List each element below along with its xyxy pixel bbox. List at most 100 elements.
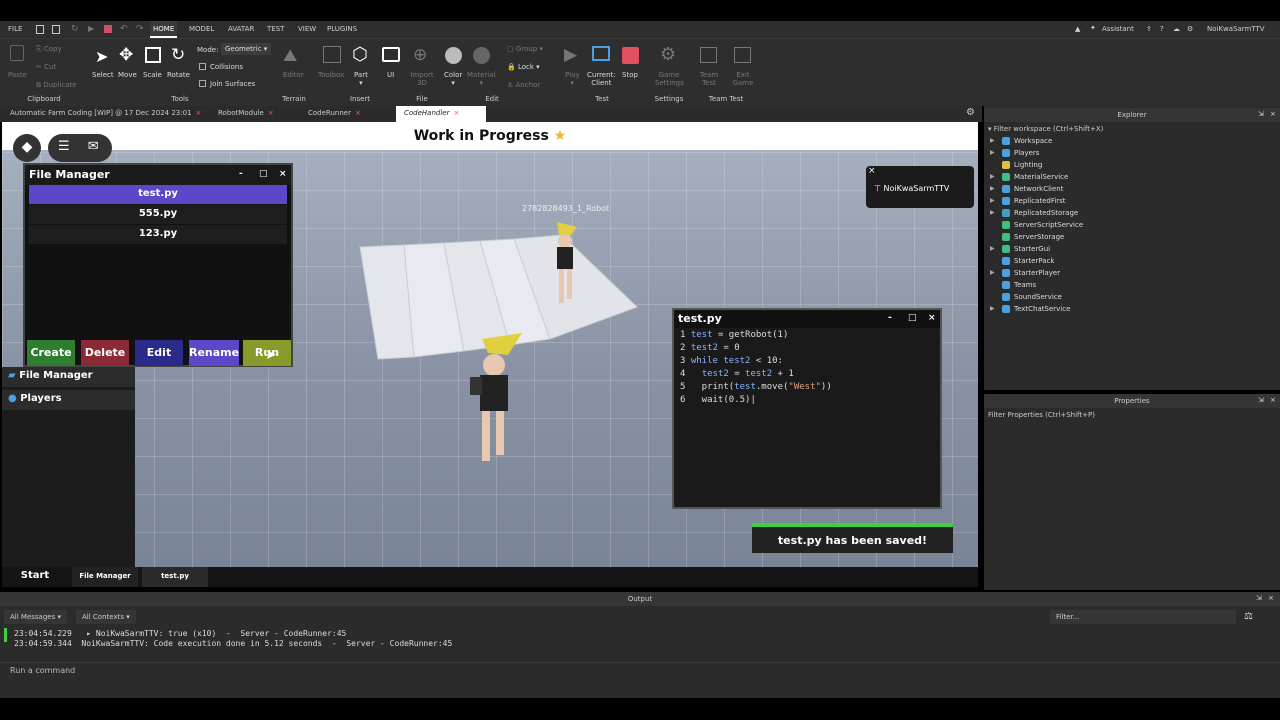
expand-icon[interactable]: ▶	[990, 269, 995, 276]
command-bar[interactable]: Run a command	[0, 662, 1280, 678]
panel-players[interactable]: ● Players	[2, 390, 135, 410]
refresh-icon[interactable]: ↻	[71, 24, 79, 34]
explorer-item[interactable]: ▶ ReplicatedStorage	[984, 209, 1280, 221]
editor-titlebar[interactable]: test.py - □ ×	[674, 310, 940, 328]
code-line[interactable]: 5 print(test.move("West"))	[680, 382, 832, 392]
notification-close-icon[interactable]: ×	[868, 166, 876, 176]
play-button[interactable]: Play ▾	[565, 71, 580, 87]
code-line[interactable]: 4 test2 = test2 + 1	[680, 369, 794, 379]
minimize-button[interactable]: -	[888, 313, 892, 323]
expand-icon[interactable]: ▶	[990, 197, 995, 204]
code-line[interactable]: 6 wait(0.5)|	[680, 395, 756, 405]
roblox-logo-button[interactable]: ◆	[13, 134, 41, 162]
team-test-button[interactable]: Team Test	[697, 71, 721, 87]
close-icon[interactable]: ×	[196, 109, 202, 117]
collisions-checkbox[interactable]	[199, 63, 206, 70]
user-name[interactable]: NoiKwaSarmTTV	[1207, 25, 1265, 33]
group-button[interactable]: ▢ Group ▾	[507, 45, 543, 53]
explorer-item[interactable]: ▶ StarterPlayer	[984, 269, 1280, 281]
taskbar-file-manager[interactable]: File Manager	[72, 567, 138, 587]
explorer-item[interactable]: ServerScriptService	[984, 221, 1280, 233]
explorer-item[interactable]: ▶ NetworkClient	[984, 185, 1280, 197]
close-button[interactable]: ×	[928, 313, 936, 323]
rotate-button[interactable]: Rotate	[167, 71, 190, 79]
code-line[interactable]: 2 test2 = 0	[680, 343, 740, 353]
settings-icon[interactable]: ⚙	[1187, 25, 1193, 33]
current-client-button[interactable]: Current: Client	[587, 71, 616, 87]
menu-model[interactable]: MODEL	[189, 25, 214, 33]
explorer-item[interactable]: ▶ ReplicatedFirst	[984, 197, 1280, 209]
close-button[interactable]: ×	[279, 169, 287, 179]
close-icon[interactable]: ×	[1270, 396, 1276, 404]
explorer-item[interactable]: ServerStorage	[984, 233, 1280, 245]
close-icon[interactable]: ×	[1270, 110, 1276, 118]
menu-avatar[interactable]: AVATAR	[228, 25, 254, 33]
assistant-button[interactable]: Assistant	[1102, 25, 1134, 33]
popout-icon[interactable]: ⇲	[1258, 110, 1264, 118]
explorer-item[interactable]: ▶ StarterGui	[984, 245, 1280, 257]
cloud-icon[interactable]: ☁	[1173, 25, 1180, 33]
panel-file-manager[interactable]: ▰ File Manager	[2, 367, 135, 387]
stop-button[interactable]: Stop	[622, 71, 638, 79]
stop-small-icon[interactable]	[104, 25, 112, 33]
file-item[interactable]: test.py	[29, 185, 287, 205]
expand-icon[interactable]: ▶	[990, 305, 995, 312]
properties-filter[interactable]: Filter Properties (Ctrl+Shift+P)	[988, 411, 1095, 419]
publish-icon[interactable]	[52, 25, 60, 34]
expand-icon[interactable]: ▶	[990, 149, 995, 156]
game-settings-button[interactable]: Game Settings	[655, 71, 684, 87]
tab-code-runner[interactable]: CodeRunner ×	[308, 109, 361, 117]
select-button[interactable]: Select	[92, 71, 114, 79]
close-icon[interactable]: ×	[1268, 594, 1274, 602]
paste-button[interactable]: Paste	[8, 71, 27, 79]
popout-icon[interactable]: ⇲	[1256, 594, 1262, 602]
file-item[interactable]: 555.py	[29, 205, 287, 225]
ui-button[interactable]: UI	[387, 71, 394, 79]
expand-icon[interactable]: ▶	[990, 245, 995, 252]
expand-icon[interactable]: ▶	[990, 173, 995, 180]
menu-home[interactable]: HOME	[150, 21, 178, 38]
save-icon[interactable]	[36, 25, 44, 34]
delete-button[interactable]: Delete	[81, 340, 129, 366]
player-avatar[interactable]	[462, 327, 532, 467]
duplicate-button[interactable]: ⧉ Duplicate	[36, 81, 77, 90]
minimize-button[interactable]: -	[239, 169, 243, 179]
collapse-icon[interactable]: ▲	[1075, 25, 1080, 33]
gear-icon[interactable]: ⚙	[966, 107, 975, 118]
edit-button[interactable]: Edit	[135, 340, 183, 366]
file-manager-titlebar[interactable]: File Manager - □ ×	[25, 165, 291, 185]
color-button[interactable]: Color ▾	[444, 71, 462, 87]
create-button[interactable]: Create	[27, 340, 75, 366]
explorer-item[interactable]: ▶ Players	[984, 149, 1280, 161]
start-button[interactable]: Start	[2, 567, 68, 587]
undo-icon[interactable]: ↶	[120, 24, 128, 34]
expand-icon[interactable]: ▶	[990, 137, 995, 144]
menu-plugins[interactable]: PLUGINS	[327, 25, 357, 33]
part-button[interactable]: Part ▾	[354, 71, 368, 87]
play-small-icon[interactable]: ▶	[88, 24, 94, 33]
tab-automatic-farm[interactable]: Automatic Farm Coding [WIP] @ 17 Dec 202…	[10, 109, 201, 117]
scale-button[interactable]: Scale	[143, 71, 162, 79]
chat-icon[interactable]: ✉	[88, 139, 99, 154]
expand-icon[interactable]: ▶	[990, 209, 995, 216]
clear-output-icon[interactable]: ⚖	[1244, 611, 1253, 622]
popout-icon[interactable]: ⇲	[1258, 396, 1264, 404]
cut-button[interactable]: ✂ Cut	[36, 63, 56, 71]
explorer-item[interactable]: Lighting	[984, 161, 1280, 173]
taskbar-test-py[interactable]: test.py	[142, 567, 208, 587]
menu-view[interactable]: VIEW	[298, 25, 316, 33]
move-button[interactable]: Move	[118, 71, 137, 79]
all-messages-select[interactable]: All Messages ▾	[4, 610, 67, 624]
explorer-item[interactable]: ▶ MaterialService	[984, 173, 1280, 185]
join-surfaces-checkbox[interactable]	[199, 80, 206, 87]
redo-icon[interactable]: ↷	[136, 24, 144, 34]
robot-figure[interactable]	[547, 217, 587, 312]
close-icon[interactable]: ×	[355, 109, 361, 117]
tab-robot-module[interactable]: RobotModule ×	[218, 109, 274, 117]
code-line[interactable]: 3 while test2 < 10:	[680, 356, 783, 366]
terrain-editor-button[interactable]: Editor	[283, 71, 304, 79]
toolbox-button[interactable]: Toolbox	[318, 71, 344, 79]
explorer-item[interactable]: StarterPack	[984, 257, 1280, 269]
expand-icon[interactable]: ▶	[990, 185, 995, 192]
file-item[interactable]: 123.py	[29, 225, 287, 245]
